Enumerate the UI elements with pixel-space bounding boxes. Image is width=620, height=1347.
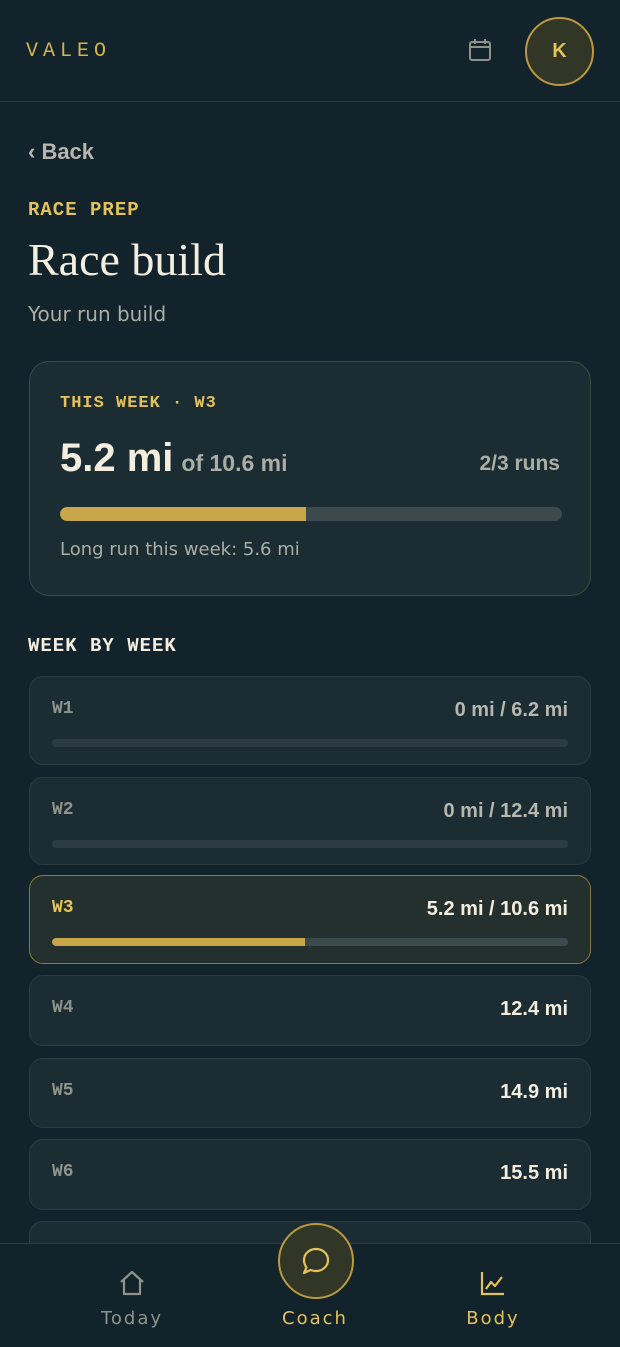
top-bar: VALEO K [0,0,620,102]
progress-fill [60,507,306,521]
week-distance: 14.9 mi [500,1081,568,1103]
distance-done: 5.2 mi [60,436,174,480]
week-distance: 5.2 mi / 10.6 mi [426,898,568,920]
home-icon [120,1270,144,1296]
week-progress-bar [52,840,568,848]
page-subtitle: Your run build [28,302,167,326]
week-progress-bar [52,938,568,946]
content: ‹ Back RACE PREP Race build Your run bui… [0,103,620,1243]
nav-today[interactable]: Today [57,1244,207,1347]
nav-body-label: Body [466,1308,520,1329]
runs-count: 2/3 runs [479,452,560,475]
nav-today-label: Today [100,1308,164,1329]
progress-fill [52,938,305,946]
avatar[interactable]: K [525,17,594,86]
nav-coach-label: Coach [282,1308,348,1329]
chart-icon [480,1272,504,1296]
long-run-note: Long run this week: 5.6 mi [60,539,300,560]
week-distance: 0 mi / 6.2 mi [454,699,568,721]
week-distance: 12.4 mi [500,998,568,1020]
calendar-icon[interactable] [466,36,494,64]
brand-logo: VALEO [26,40,112,63]
week-row-w3[interactable]: W3 5.2 mi / 10.6 mi [29,875,591,964]
nav-coach[interactable]: Coach [240,1244,390,1347]
distance-total: of 10.6 mi [181,450,288,476]
this-week-distance: 5.2 mi of 10.6 mi [60,436,288,481]
section-title: WEEK BY WEEK [28,635,177,657]
week-progress-bar [52,739,568,747]
page-eyebrow: RACE PREP [28,199,140,221]
week-row-w1[interactable]: W1 0 mi / 6.2 mi [29,676,591,765]
back-button[interactable]: ‹ Back [28,139,94,165]
week-row-w2[interactable]: W2 0 mi / 12.4 mi [29,777,591,865]
week-label: W4 [52,998,74,1018]
week-distance: 15.5 mi [500,1162,568,1184]
week-row-w5[interactable]: W5 14.9 mi [29,1058,591,1128]
week-row-w6[interactable]: W6 15.5 mi [29,1139,591,1210]
week-row-w4[interactable]: W4 12.4 mi [29,975,591,1046]
week-distance: 0 mi / 12.4 mi [443,800,568,822]
nav-body[interactable]: Body [418,1244,568,1347]
bottom-nav: Today Coach Body [0,1223,620,1347]
this-week-progress-bar [60,507,562,521]
week-label: W5 [52,1081,74,1101]
week-label: W2 [52,800,74,820]
week-label: W3 [52,898,74,918]
this-week-label: THIS WEEK · W3 [60,394,217,413]
week-label: W1 [52,699,74,719]
page-title: Race build [28,234,226,285]
week-label: W6 [52,1162,74,1182]
this-week-card: THIS WEEK · W3 5.2 mi of 10.6 mi 2/3 runs… [29,361,591,596]
